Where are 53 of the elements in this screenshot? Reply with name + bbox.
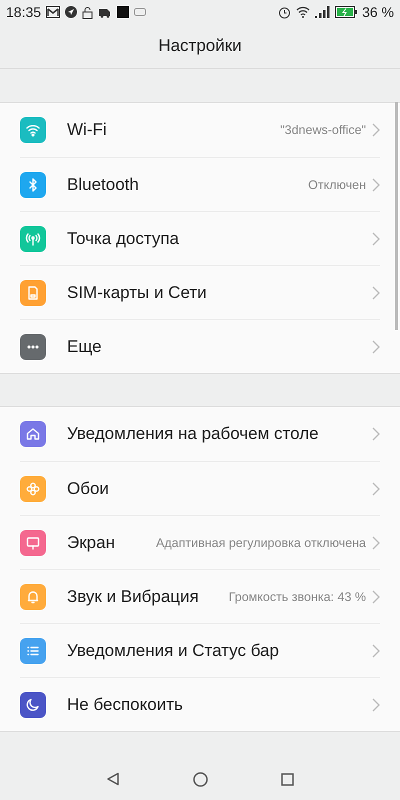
settings-item[interactable]: Wi-Fi "3dnews-office": [20, 103, 380, 157]
chevron-icon: [372, 178, 380, 192]
battery-icon: [335, 6, 358, 18]
item-value: "3dnews-office": [280, 123, 366, 137]
item-label: Экран: [67, 532, 116, 552]
item-label: Bluetooth: [67, 174, 140, 194]
item-label: SIM-карты и Сети: [67, 282, 208, 302]
page-title: Настройки: [158, 36, 242, 56]
item-label: Точка доступа: [67, 228, 180, 248]
square-icon: [117, 6, 130, 18]
recent-apps-icon[interactable]: [280, 772, 294, 786]
chevron-icon: [372, 232, 380, 246]
car-icon: [98, 6, 112, 18]
back-icon[interactable]: [106, 772, 120, 786]
battery-percentage: 36 %: [362, 4, 394, 20]
signal-icon: [315, 6, 330, 18]
mail-icon: [46, 6, 60, 18]
tag-icon: [134, 8, 146, 16]
home-button-icon[interactable]: [192, 772, 208, 786]
item-value: Адаптивная регулировка отключена: [156, 536, 366, 550]
settings-item[interactable]: Уведомления на рабочем столе: [20, 407, 380, 461]
alarm-icon: [278, 6, 292, 18]
chevron-icon: [372, 698, 380, 712]
settings-item[interactable]: Bluetooth Отключен: [20, 157, 380, 211]
wifi-signal-icon: [296, 6, 310, 18]
item-label: Еще: [67, 336, 103, 356]
item-label: Уведомления на рабочем столе: [67, 424, 320, 444]
settings-item[interactable]: SIM-карты и Сети: [20, 265, 380, 319]
chevron-icon: [372, 482, 380, 496]
item-label: Звук и Вибрация: [67, 586, 200, 606]
chevron-icon: [372, 644, 380, 658]
item-label: Wi-Fi: [67, 120, 108, 140]
settings-item[interactable]: Экран Адаптивная регулировка отключена: [20, 515, 380, 569]
chevron-icon: [372, 427, 380, 441]
status-time: 18:35: [6, 4, 42, 20]
chevron-icon: [372, 123, 380, 137]
item-label: Уведомления и Статус бар: [67, 640, 280, 660]
item-label: Обои: [67, 478, 110, 498]
settings-item[interactable]: Звук и Вибрация Громкость звонка: 43 %: [20, 569, 380, 623]
item-label: Не беспокоить: [67, 694, 184, 714]
settings-item[interactable]: Уведомления и Статус бар: [20, 623, 380, 677]
lock-icon: [82, 6, 94, 18]
chevron-icon: [372, 286, 380, 300]
item-value: Отключен: [308, 178, 366, 192]
item-value: Громкость звонка: 43 %: [228, 590, 366, 604]
settings-item[interactable]: Обои: [20, 461, 380, 515]
settings-item[interactable]: Еще: [20, 319, 380, 373]
chevron-icon: [372, 536, 380, 550]
navigation-icon: [65, 6, 78, 18]
chevron-icon: [372, 340, 380, 354]
settings-item[interactable]: Точка доступа: [20, 211, 380, 265]
chevron-icon: [372, 590, 380, 604]
settings-item[interactable]: Не беспокоить: [20, 677, 380, 731]
